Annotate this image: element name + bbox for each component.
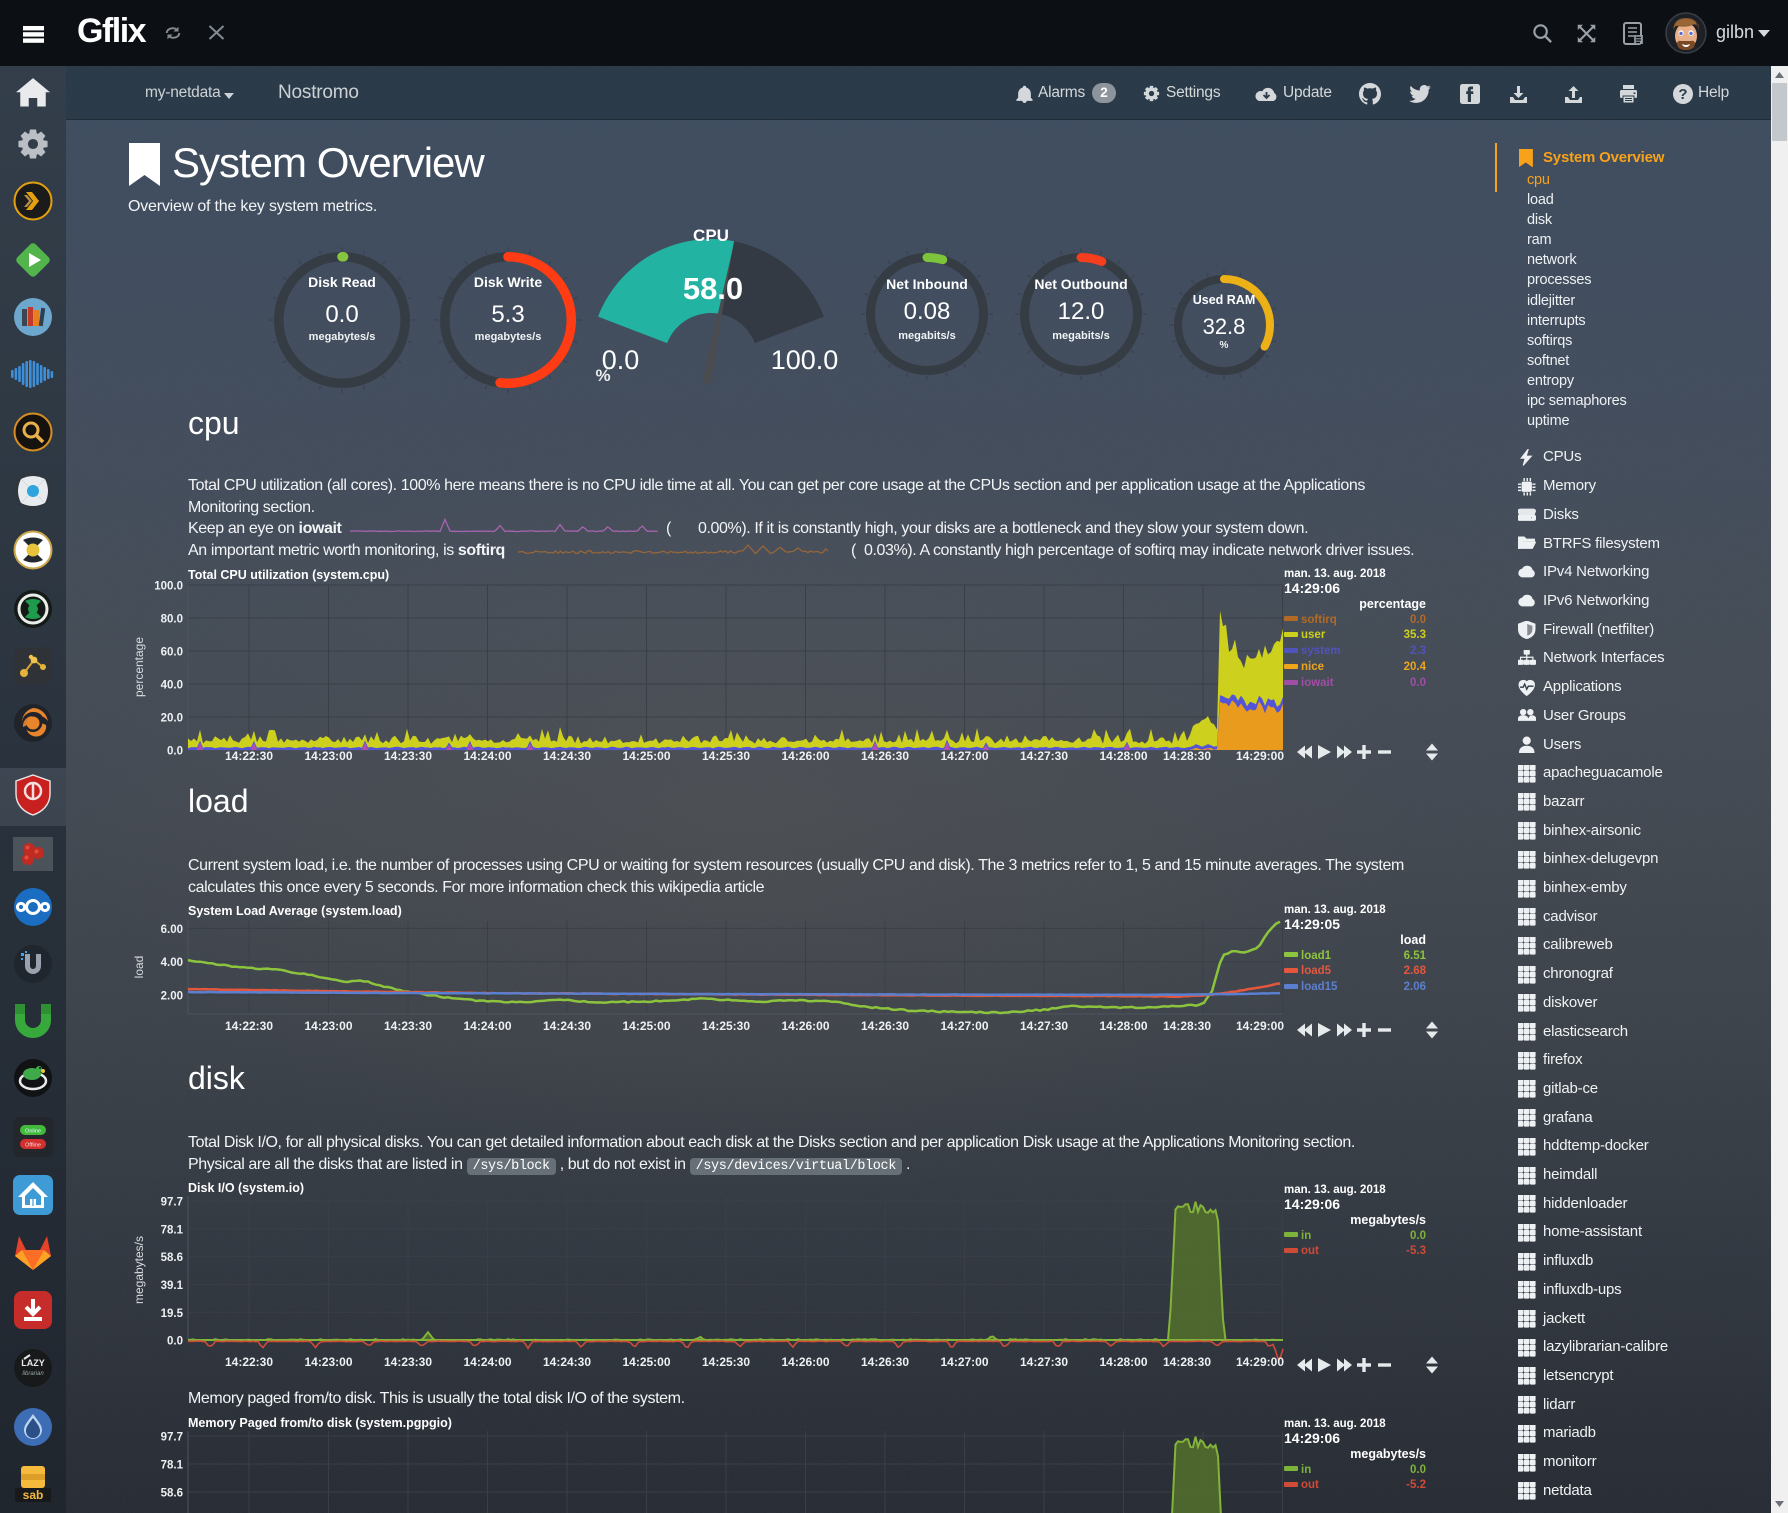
svg-text:58.6: 58.6 (161, 1252, 183, 1264)
svg-text:14:29:00: 14:29:00 (1236, 1019, 1284, 1033)
svg-text:14:26:30: 14:26:30 (861, 1355, 909, 1369)
svg-text:14:26:30: 14:26:30 (861, 749, 909, 763)
svg-text:14:23:30: 14:23:30 (384, 1019, 432, 1033)
svg-text:Total CPU utilization (system.: Total CPU utilization (system.cpu) (188, 568, 389, 582)
svg-text:librarian: librarian (22, 1371, 44, 1377)
svg-text:14:24:30: 14:24:30 (543, 749, 591, 763)
svg-text:4.00: 4.00 (161, 957, 183, 969)
svg-text:14:27:30: 14:27:30 (1020, 749, 1068, 763)
svg-text:14:24:00: 14:24:00 (463, 1355, 511, 1369)
svg-text:14:23:00: 14:23:00 (304, 1019, 352, 1033)
svg-text:20.0: 20.0 (161, 713, 183, 725)
svg-text:40.0: 40.0 (161, 680, 183, 692)
svg-text:14:23:30: 14:23:30 (384, 749, 432, 763)
svg-text:19.5: 19.5 (161, 1308, 184, 1320)
svg-text:14:22:30: 14:22:30 (225, 1019, 273, 1033)
svg-text:58.6: 58.6 (161, 1488, 183, 1500)
svg-text:14:25:00: 14:25:00 (622, 1355, 670, 1369)
svg-text:14:26:00: 14:26:00 (781, 749, 829, 763)
svg-text:97.7: 97.7 (161, 1197, 183, 1209)
svg-text:14:26:00: 14:26:00 (781, 1355, 829, 1369)
svg-text:megabytes/s: megabytes/s (132, 1236, 146, 1304)
svg-text:14:28:00: 14:28:00 (1099, 1019, 1147, 1033)
svg-text:14:27:00: 14:27:00 (940, 1355, 988, 1369)
svg-text:14:26:30: 14:26:30 (861, 1019, 909, 1033)
svg-text:load: load (132, 956, 146, 979)
svg-text:14:27:00: 14:27:00 (940, 749, 988, 763)
svg-text:14:25:30: 14:25:30 (702, 1019, 750, 1033)
svg-text:14:24:30: 14:24:30 (543, 1355, 591, 1369)
svg-text:14:28:00: 14:28:00 (1099, 1355, 1147, 1369)
svg-text:14:28:00: 14:28:00 (1099, 749, 1147, 763)
svg-text:System Load Average (system.lo: System Load Average (system.load) (188, 904, 402, 918)
svg-text:100.0: 100.0 (154, 581, 183, 593)
svg-text:14:23:00: 14:23:00 (304, 749, 352, 763)
svg-text:14:27:30: 14:27:30 (1020, 1019, 1068, 1033)
svg-text:14:27:30: 14:27:30 (1020, 1355, 1068, 1369)
svg-text:Offline: Offline (25, 1143, 41, 1149)
svg-text:14:24:00: 14:24:00 (463, 749, 511, 763)
svg-text:80.0: 80.0 (161, 614, 183, 626)
svg-text:Online: Online (25, 1129, 41, 1135)
svg-text:14:28:30: 14:28:30 (1163, 749, 1211, 763)
svg-text:14:25:00: 14:25:00 (622, 1019, 670, 1033)
svg-text:14:29:00: 14:29:00 (1236, 1355, 1284, 1369)
svg-text:14:25:30: 14:25:30 (702, 1355, 750, 1369)
svg-text:2.00: 2.00 (161, 991, 183, 1003)
svg-text:?: ? (1678, 86, 1687, 103)
svg-text:14:23:00: 14:23:00 (304, 1355, 352, 1369)
svg-text:14:24:00: 14:24:00 (463, 1019, 511, 1033)
svg-text:14:23:30: 14:23:30 (384, 1355, 432, 1369)
svg-text:14:25:00: 14:25:00 (622, 749, 670, 763)
svg-text:60.0: 60.0 (161, 647, 183, 659)
svg-text:14:22:30: 14:22:30 (225, 1355, 273, 1369)
svg-text:0.0: 0.0 (167, 1336, 183, 1348)
svg-text:97.7: 97.7 (161, 1432, 183, 1444)
svg-text:6.00: 6.00 (161, 924, 183, 936)
svg-text:78.1: 78.1 (161, 1460, 184, 1472)
svg-text:percentage: percentage (132, 637, 146, 697)
svg-text:Disk I/O (system.io): Disk I/O (system.io) (188, 1181, 304, 1195)
svg-text:14:27:00: 14:27:00 (940, 1019, 988, 1033)
svg-text:14:26:00: 14:26:00 (781, 1019, 829, 1033)
svg-text:39.1: 39.1 (161, 1280, 184, 1292)
svg-text:sab: sab (23, 1488, 44, 1502)
svg-text:14:28:30: 14:28:30 (1163, 1355, 1211, 1369)
svg-text:78.1: 78.1 (161, 1224, 184, 1236)
svg-text:14:25:30: 14:25:30 (702, 749, 750, 763)
svg-text:14:22:30: 14:22:30 (225, 749, 273, 763)
svg-text:Memory Paged from/to disk (sys: Memory Paged from/to disk (system.pgpgio… (188, 1416, 452, 1430)
svg-text:0.0: 0.0 (167, 746, 183, 758)
svg-text:14:29:00: 14:29:00 (1236, 749, 1284, 763)
svg-text:14:28:30: 14:28:30 (1163, 1019, 1211, 1033)
svg-text:14:24:30: 14:24:30 (543, 1019, 591, 1033)
